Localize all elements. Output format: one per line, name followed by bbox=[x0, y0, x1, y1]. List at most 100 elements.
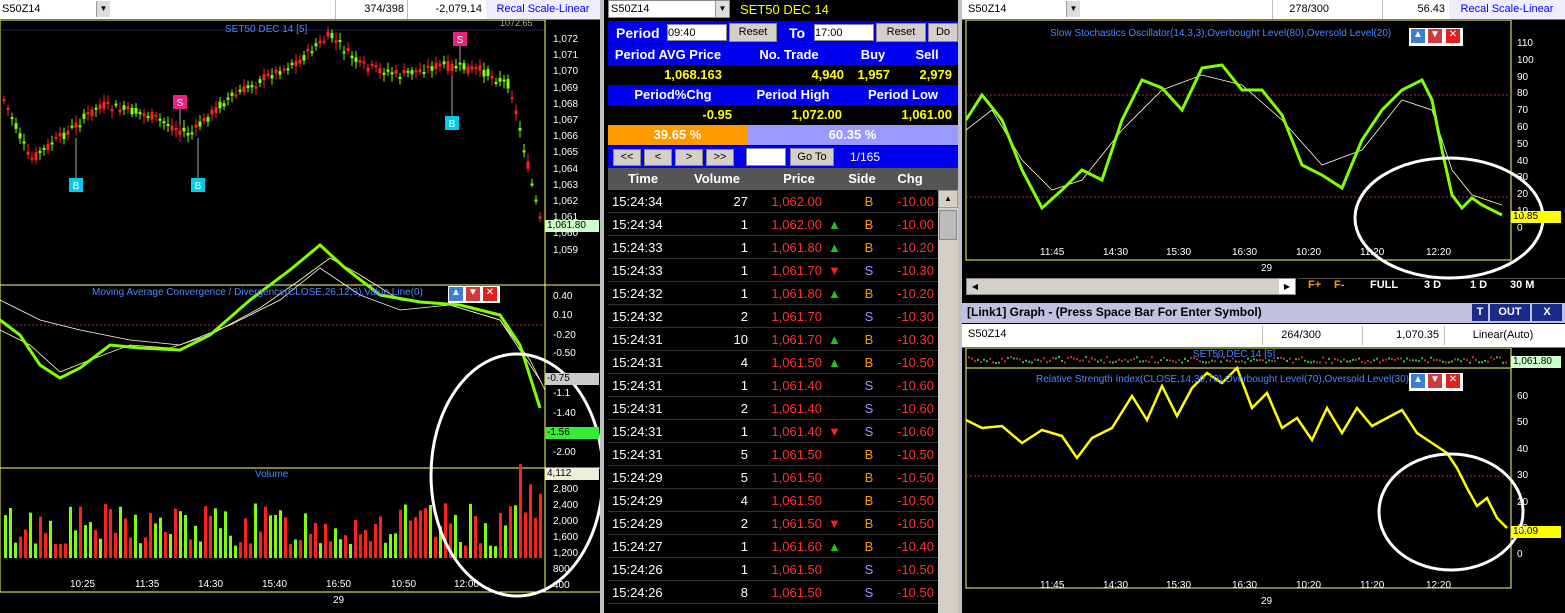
left-title-text: SET50 DEC 14 bbox=[225, 24, 294, 35]
trade-cell-p: 1,061.50 bbox=[771, 493, 822, 508]
mini-dot bbox=[1049, 359, 1051, 362]
candle-body bbox=[474, 67, 478, 70]
trade-row[interactable]: 15:24:32 1 1,061.80 B -10.20 ▲ bbox=[608, 282, 938, 305]
arrow-down-icon[interactable]: ▼ bbox=[1428, 374, 1442, 388]
scroll-thumb[interactable] bbox=[939, 210, 957, 240]
trade-row[interactable]: 15:24:34 27 1,062.00 B -10.00 bbox=[608, 190, 938, 213]
middle-symbol-combo[interactable]: S50Z14 ▼ bbox=[608, 0, 730, 18]
trade-row[interactable]: 15:24:26 1 1,061.50 S -10.50 bbox=[608, 558, 938, 581]
volume-tick: 800 bbox=[553, 564, 570, 575]
timeframe-button[interactable]: 3 D bbox=[1424, 279, 1441, 291]
stoch-tick: 50 bbox=[1517, 138, 1529, 150]
trade-cell-t: 15:24:29 bbox=[612, 470, 663, 485]
nav-button[interactable]: >> bbox=[706, 149, 734, 166]
trade-row[interactable]: 15:24:29 5 1,061.50 B -10.50 bbox=[608, 466, 938, 489]
nav-button[interactable]: < bbox=[644, 149, 672, 166]
volume-bar bbox=[259, 531, 262, 558]
candle-body bbox=[54, 136, 58, 139]
trades-scrollbar[interactable]: ▲ bbox=[938, 190, 958, 613]
mini-dot bbox=[1214, 360, 1216, 363]
trade-row[interactable]: 15:24:34 1 1,062.00 B -10.00 ▲ bbox=[608, 213, 938, 236]
marker-label: B bbox=[73, 181, 80, 192]
mini-dot bbox=[1157, 361, 1159, 364]
nav-button[interactable]: > bbox=[675, 149, 703, 166]
trade-cell-c: -10.50 bbox=[897, 585, 934, 600]
trade-row[interactable]: 15:24:32 2 1,061.70 S -10.30 bbox=[608, 305, 938, 328]
volume-bar bbox=[119, 506, 122, 558]
volume-bar bbox=[24, 529, 27, 558]
mini-dot bbox=[989, 357, 991, 360]
t-button[interactable]: T bbox=[1472, 304, 1488, 321]
trade-row[interactable]: 15:24:27 1 1,061.60 B -10.40 ▲ bbox=[608, 535, 938, 558]
arrow-up-icon[interactable]: ▲ bbox=[1411, 374, 1425, 388]
left-macd-tools: ▲ ▼ ✕ bbox=[448, 286, 500, 303]
topright-scrollbar[interactable]: ◀ ▶ bbox=[966, 278, 1296, 295]
bottomright-scale[interactable]: Linear(Auto) bbox=[1444, 326, 1564, 345]
sell-percent: 60.35 % bbox=[828, 127, 877, 142]
arrow-up-icon[interactable]: ▲ bbox=[1411, 29, 1425, 43]
timeframe-button[interactable]: 30 M bbox=[1510, 279, 1534, 291]
scroll-left-icon[interactable]: ◀ bbox=[967, 279, 983, 294]
trade-row[interactable]: 15:24:33 1 1,061.70 S -10.30 ▼ bbox=[608, 259, 938, 282]
do-button[interactable]: Do bbox=[928, 23, 958, 42]
arrow-up-icon[interactable]: ▲ bbox=[449, 287, 463, 301]
topright-chart bbox=[964, 20, 1545, 280]
mini-dot bbox=[1055, 357, 1057, 360]
period-to-input[interactable] bbox=[814, 24, 874, 41]
left-symbol-combo[interactable]: S50Z14 ▼ bbox=[0, 1, 110, 19]
mini-dot bbox=[1163, 356, 1165, 359]
volume-bar bbox=[419, 510, 422, 558]
volume-bar bbox=[179, 511, 182, 558]
topright-symbol-combo[interactable]: S50Z14 ▼ bbox=[966, 1, 1080, 19]
candle-body bbox=[434, 62, 438, 69]
trade-row[interactable]: 15:24:29 4 1,061.50 B -10.50 bbox=[608, 489, 938, 512]
trade-cell-t: 15:24:31 bbox=[612, 332, 663, 347]
left-recal-scale-button[interactable]: Recal Scale-Linear bbox=[486, 0, 600, 19]
trade-row[interactable]: 15:24:31 10 1,061.70 B -10.30 ▲ bbox=[608, 328, 938, 351]
chevron-down-icon[interactable]: ▼ bbox=[1066, 1, 1080, 17]
goto-input[interactable] bbox=[746, 148, 786, 166]
out-button[interactable]: OUT bbox=[1490, 304, 1530, 321]
trade-row[interactable]: 15:24:31 1 1,061.40 S -10.60 ▼ bbox=[608, 420, 938, 443]
candle-body bbox=[302, 55, 306, 61]
candle-body bbox=[322, 40, 326, 43]
trade-row[interactable]: 15:24:29 2 1,061.50 B -10.50 ▼ bbox=[608, 512, 938, 535]
mini-dot bbox=[1160, 359, 1162, 362]
reset-button-to[interactable]: Reset bbox=[876, 23, 926, 42]
mini-dot bbox=[1061, 359, 1063, 362]
br-subtitle-tag: [5] bbox=[1264, 349, 1276, 360]
bottomright-symbol-combo[interactable]: S50Z14 bbox=[966, 326, 1080, 344]
mini-dot bbox=[1121, 359, 1123, 362]
stoch-tick: 110 bbox=[1517, 38, 1533, 49]
trade-row[interactable]: 15:24:31 2 1,061.40 S -10.60 bbox=[608, 397, 938, 420]
volume-bar bbox=[299, 539, 302, 558]
volume-bar bbox=[54, 544, 57, 558]
scroll-up-icon[interactable]: ▲ bbox=[938, 190, 958, 208]
mini-dot bbox=[1076, 358, 1078, 361]
arrow-down-icon[interactable]: ▼ bbox=[1428, 29, 1442, 43]
nav-button[interactable]: << bbox=[613, 149, 641, 166]
close-icon[interactable]: ✕ bbox=[483, 287, 497, 301]
timeframe-button[interactable]: F+ bbox=[1308, 279, 1321, 291]
timeframe-button[interactable]: 1 D bbox=[1470, 279, 1487, 291]
reset-button-from[interactable]: Reset bbox=[729, 23, 777, 42]
trade-row[interactable]: 15:24:31 5 1,061.50 B -10.50 bbox=[608, 443, 938, 466]
mini-dot bbox=[1274, 360, 1276, 363]
scroll-right-icon[interactable]: ▶ bbox=[1279, 279, 1295, 294]
trade-row[interactable]: 15:24:33 1 1,061.80 B -10.20 ▲ bbox=[608, 236, 938, 259]
trade-row[interactable]: 15:24:31 4 1,061.50 B -10.50 ▲ bbox=[608, 351, 938, 374]
arrow-down-icon[interactable]: ▼ bbox=[466, 287, 480, 301]
mini-dot bbox=[983, 358, 985, 361]
x-button[interactable]: X bbox=[1532, 304, 1562, 321]
goto-button[interactable]: Go To bbox=[790, 148, 834, 166]
chevron-down-icon[interactable]: ▼ bbox=[715, 1, 729, 17]
timeframe-button[interactable]: F- bbox=[1334, 279, 1344, 291]
timeframe-button[interactable]: FULL bbox=[1370, 279, 1398, 291]
chevron-down-icon[interactable]: ▼ bbox=[96, 1, 110, 17]
trade-row[interactable]: 15:24:26 8 1,061.50 S -10.50 bbox=[608, 581, 938, 604]
topright-recal-button[interactable]: Recal Scale-Linear bbox=[1449, 0, 1565, 19]
close-icon[interactable]: ✕ bbox=[1446, 374, 1460, 388]
trade-row[interactable]: 15:24:31 1 1,061.40 S -10.60 bbox=[608, 374, 938, 397]
close-icon[interactable]: ✕ bbox=[1446, 29, 1460, 43]
period-from-input[interactable] bbox=[667, 24, 727, 41]
